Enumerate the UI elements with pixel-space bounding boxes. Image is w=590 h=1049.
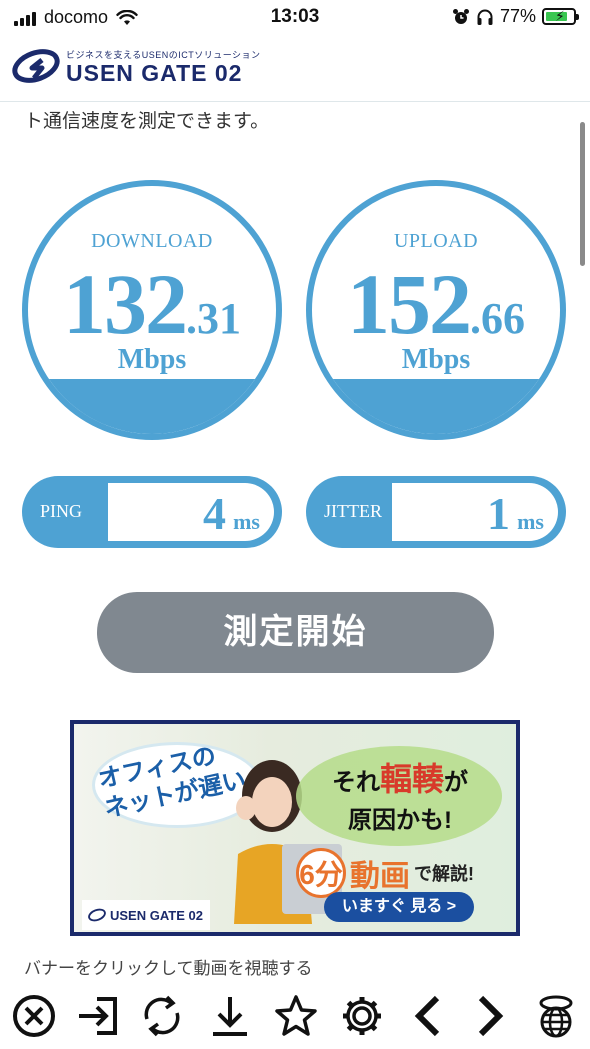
- ping-value-box: 4 ms: [108, 483, 274, 541]
- forward-icon: [478, 995, 504, 1037]
- banner-minutes-badge: 6分: [296, 848, 346, 898]
- alarm-icon: [452, 8, 469, 24]
- settings-button[interactable]: [336, 990, 388, 1042]
- start-measurement-button[interactable]: 測定開始: [97, 592, 494, 673]
- intro-text: ト通信速度を測定できます。: [24, 111, 270, 132]
- ping-readout: PING 4 ms: [22, 476, 282, 548]
- banner-logo: USEN GATE 02: [82, 900, 210, 930]
- download-icon: [213, 997, 247, 1036]
- status-right: 77% ⚡: [452, 6, 579, 27]
- upload-value: 152.66: [312, 254, 560, 354]
- ping-label: PING: [40, 501, 83, 521]
- headphones-icon: [477, 9, 493, 25]
- open-in-icon: [79, 997, 117, 1035]
- upload-gauge-fill: [312, 379, 560, 434]
- jitter-unit: ms: [517, 509, 544, 534]
- bookmark-button[interactable]: [270, 990, 322, 1042]
- back-button[interactable]: [402, 990, 454, 1042]
- site-header: ビジネスを支えるUSENのICTソリューション USEN GATE 02: [0, 40, 590, 102]
- ping-unit: ms: [233, 509, 260, 534]
- banner-video-row: 6分 動画 で解説!: [296, 848, 474, 898]
- download-gauge: DOWNLOAD 132.31 Mbps: [22, 180, 282, 440]
- battery-percentage: 77%: [499, 6, 536, 26]
- close-button[interactable]: [8, 990, 60, 1042]
- reload-icon: [144, 995, 180, 1037]
- gear-icon: [343, 997, 381, 1035]
- upload-label: UPLOAD: [393, 230, 479, 252]
- open-in-button[interactable]: [72, 990, 124, 1042]
- download-value-dec: .31: [186, 294, 241, 343]
- upload-value-dec: .66: [470, 294, 525, 343]
- upload-value-int: 152: [347, 256, 472, 352]
- download-label: DOWNLOAD: [91, 230, 213, 252]
- upload-unit: Mbps: [401, 344, 471, 375]
- usen-logo-icon[interactable]: [12, 46, 60, 86]
- banner-logo-text: USEN GATE 02: [110, 907, 203, 923]
- globe-button[interactable]: [530, 990, 582, 1042]
- scrollbar[interactable]: [580, 122, 585, 266]
- banner-explain-text: で解説!: [414, 864, 474, 884]
- banner-caption: バナーをクリックして動画を視聴する: [24, 959, 313, 978]
- globe-icon: [539, 995, 573, 1038]
- reload-button[interactable]: [136, 990, 188, 1042]
- battery-icon: ⚡: [542, 8, 579, 25]
- ping-value: 4: [203, 488, 226, 539]
- star-icon: [275, 995, 317, 1036]
- jitter-value-box: 1 ms: [392, 483, 558, 541]
- charging-icon: ⚡: [555, 8, 565, 24]
- banner-logo-icon: [88, 908, 106, 922]
- video-banner[interactable]: オフィスの ネットが遅い… それ輻輳が 原因かも! 6分 動画 で解説! います…: [70, 720, 520, 936]
- forward-button[interactable]: [464, 990, 516, 1042]
- status-bar: docomo 13:03 77% ⚡: [0, 0, 590, 34]
- download-value: 132.31: [28, 254, 276, 354]
- back-icon: [414, 995, 440, 1037]
- jitter-label: JITTER: [324, 501, 382, 521]
- download-value-int: 132: [63, 256, 188, 352]
- jitter-value: 1: [487, 488, 510, 539]
- banner-cause-text: それ輻輳が 原因かも!: [331, 761, 468, 834]
- jitter-readout: JITTER 1 ms: [306, 476, 566, 548]
- upload-gauge: UPLOAD 152.66 Mbps: [306, 180, 566, 440]
- download-button[interactable]: [204, 990, 256, 1042]
- brand-name[interactable]: USEN GATE 02: [66, 60, 242, 87]
- banner-video-text: 動画: [350, 860, 410, 893]
- download-gauge-fill: [28, 379, 276, 434]
- close-icon: [13, 995, 55, 1037]
- banner-watch-now-button[interactable]: いますぐ 見る >: [324, 892, 474, 922]
- download-unit: Mbps: [117, 344, 187, 375]
- bottom-toolbar: [0, 984, 590, 1049]
